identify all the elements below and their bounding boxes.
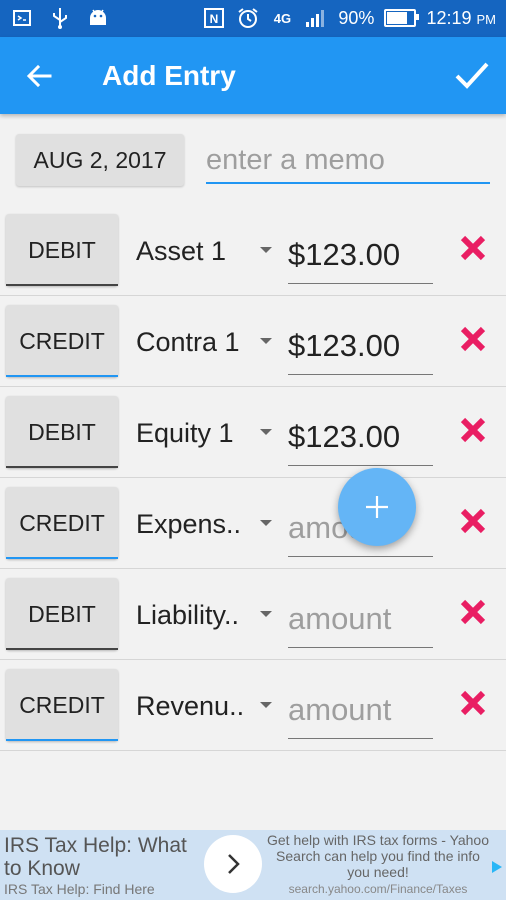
lte-icon: 4G bbox=[273, 10, 292, 26]
delete-entry-button[interactable] bbox=[456, 504, 490, 538]
alarm-icon bbox=[236, 6, 260, 30]
delete-entry-button[interactable] bbox=[456, 413, 490, 447]
page-title: Add Entry bbox=[102, 60, 236, 91]
ad-url: search.yahoo.com/Finance/Taxes bbox=[288, 882, 468, 896]
close-icon bbox=[460, 417, 486, 443]
delete-entry-button[interactable] bbox=[456, 322, 490, 356]
account-spinner[interactable]: Revenu.. bbox=[136, 688, 276, 724]
entry-type-toggle[interactable]: CREDIT bbox=[6, 305, 118, 377]
account-name: Equity 1 bbox=[136, 417, 234, 448]
amount-input[interactable] bbox=[288, 318, 433, 375]
entry-row: DEBIT Asset 1 bbox=[0, 205, 506, 296]
account-spinner[interactable]: Equity 1 bbox=[136, 415, 276, 451]
entry-type-label: CREDIT bbox=[19, 691, 105, 718]
arrow-back-icon bbox=[26, 64, 52, 88]
chevron-right-icon bbox=[228, 854, 240, 874]
dropdown-caret-icon bbox=[260, 338, 272, 344]
battery-percent: 90% bbox=[338, 7, 375, 28]
usb-debug-icon bbox=[10, 6, 34, 30]
dropdown-caret-icon bbox=[260, 520, 272, 526]
account-name: Asset 1 bbox=[136, 235, 227, 266]
clock-time: 12:19 bbox=[426, 7, 472, 28]
amount-input[interactable] bbox=[288, 409, 433, 466]
delete-entry-button[interactable] bbox=[456, 686, 490, 720]
entry-type-underline bbox=[6, 648, 118, 650]
delete-entry-button[interactable] bbox=[456, 595, 490, 629]
app-bar: Add Entry bbox=[0, 37, 506, 114]
entry-type-underline bbox=[6, 466, 118, 468]
amount-input[interactable] bbox=[288, 682, 433, 739]
account-name: Liability.. bbox=[136, 599, 240, 630]
ad-subtitle: IRS Tax Help: Find Here bbox=[4, 881, 155, 897]
battery-charging-icon bbox=[384, 9, 420, 27]
close-icon bbox=[460, 690, 486, 716]
account-spinner[interactable]: Contra 1 bbox=[136, 324, 276, 360]
entry-type-label: DEBIT bbox=[28, 600, 96, 627]
entry-row: DEBIT Equity 1 bbox=[0, 387, 506, 478]
entry-type-label: CREDIT bbox=[19, 327, 105, 354]
nfc-icon: N bbox=[202, 6, 226, 30]
clock-ampm: PM bbox=[476, 11, 497, 27]
entry-list: DEBIT Asset 1 CREDIT Contra 1 DEBIT bbox=[0, 205, 506, 751]
svg-text:N: N bbox=[210, 12, 219, 26]
entry-row: DEBIT Liability.. bbox=[0, 569, 506, 660]
account-name: Expens.. bbox=[136, 508, 242, 539]
dropdown-caret-icon bbox=[260, 247, 272, 253]
status-bar: N 4G 90% 12:19 PM bbox=[0, 0, 506, 37]
account-spinner[interactable]: Asset 1 bbox=[136, 233, 276, 269]
delete-entry-button[interactable] bbox=[456, 231, 490, 265]
dropdown-caret-icon bbox=[260, 702, 272, 708]
entry-type-toggle[interactable]: DEBIT bbox=[6, 578, 118, 650]
entry-type-toggle[interactable]: CREDIT bbox=[6, 669, 118, 741]
account-name: Contra 1 bbox=[136, 326, 240, 357]
entry-type-label: CREDIT bbox=[19, 509, 105, 536]
add-entry-button[interactable] bbox=[338, 468, 416, 546]
ad-next-button[interactable] bbox=[204, 835, 262, 893]
entry-row: CREDIT Contra 1 bbox=[0, 296, 506, 387]
ad-title[interactable]: IRS Tax Help: What to Know bbox=[4, 834, 204, 880]
close-icon bbox=[460, 326, 486, 352]
entry-row: CREDIT Expens.. bbox=[0, 478, 506, 569]
entry-type-underline bbox=[6, 557, 118, 559]
date-button[interactable]: AUG 2, 2017 bbox=[16, 134, 184, 186]
save-button[interactable] bbox=[452, 55, 492, 95]
entry-type-underline bbox=[6, 739, 118, 741]
ad-banner[interactable]: IRS Tax Help: What to Know IRS Tax Help:… bbox=[0, 830, 506, 900]
entry-type-underline bbox=[6, 284, 118, 286]
plus-icon bbox=[366, 496, 388, 518]
dropdown-caret-icon bbox=[260, 429, 272, 435]
android-icon bbox=[86, 6, 110, 30]
check-icon bbox=[455, 62, 489, 89]
entry-type-toggle[interactable]: CREDIT bbox=[6, 487, 118, 559]
entry-type-underline bbox=[6, 375, 118, 377]
clock: 12:19 PM bbox=[426, 8, 496, 29]
entry-type-toggle[interactable]: DEBIT bbox=[6, 396, 118, 468]
signal-icon bbox=[304, 6, 328, 30]
ad-choices-icon[interactable] bbox=[490, 860, 504, 874]
close-icon bbox=[460, 599, 486, 625]
account-spinner[interactable]: Liability.. bbox=[136, 597, 276, 633]
entry-row: CREDIT Revenu.. bbox=[0, 660, 506, 751]
amount-input[interactable] bbox=[288, 591, 433, 648]
account-name: Revenu.. bbox=[136, 690, 245, 721]
account-spinner[interactable]: Expens.. bbox=[136, 506, 276, 542]
memo-input[interactable] bbox=[206, 138, 490, 184]
close-icon bbox=[460, 235, 486, 261]
ad-description: Get help with IRS tax forms - Yahoo Sear… bbox=[266, 832, 490, 880]
back-button[interactable] bbox=[20, 57, 58, 95]
entry-type-toggle[interactable]: DEBIT bbox=[6, 214, 118, 286]
amount-input[interactable] bbox=[288, 227, 433, 284]
entry-type-label: DEBIT bbox=[28, 418, 96, 445]
usb-icon bbox=[48, 6, 72, 30]
close-icon bbox=[460, 508, 486, 534]
dropdown-caret-icon bbox=[260, 611, 272, 617]
entry-type-label: DEBIT bbox=[28, 236, 96, 263]
